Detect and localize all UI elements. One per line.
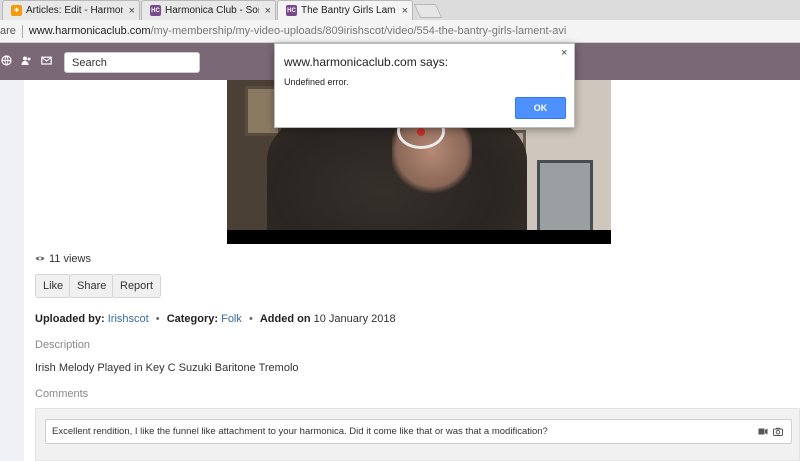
camera-icon[interactable] bbox=[773, 427, 783, 438]
uploaded-by-label: Uploaded by: bbox=[35, 313, 105, 325]
share-button[interactable]: Share bbox=[69, 274, 115, 298]
ok-button[interactable]: OK bbox=[515, 97, 566, 119]
left-sidebar-strip bbox=[0, 80, 24, 461]
url-path: /my-membership/my-video-uploads/809irish… bbox=[150, 25, 567, 37]
address-bar[interactable]: are www.harmonicaclub.com/my-membership/… bbox=[0, 20, 800, 43]
tab-articles-edit[interactable]: ✱ Articles: Edit - Harmonica × bbox=[2, 0, 140, 20]
video-control-bar[interactable] bbox=[227, 230, 611, 244]
report-button[interactable]: Report bbox=[112, 274, 162, 298]
users-icon[interactable] bbox=[20, 55, 32, 67]
dialog-message: Undefined error. bbox=[284, 77, 349, 87]
tab-bantry-girls-lament[interactable]: HC The Bantry Girls Lament × bbox=[277, 0, 413, 20]
new-tab-button[interactable] bbox=[413, 4, 443, 18]
video-meta: Uploaded by: Irishscot • Category: Folk … bbox=[35, 313, 396, 325]
joomla-icon: ✱ bbox=[11, 5, 22, 16]
address-separator bbox=[21, 24, 23, 38]
dialog-title: www.harmonicaclub.com says: bbox=[284, 55, 449, 69]
category-link[interactable]: Folk bbox=[221, 313, 242, 325]
added-date: 10 January 2018 bbox=[313, 313, 396, 325]
url-host: www.harmonicaclub.com bbox=[28, 25, 151, 37]
eye-icon bbox=[35, 254, 45, 264]
address-prefix: are bbox=[0, 25, 16, 37]
like-button[interactable]: Like bbox=[35, 274, 72, 298]
close-icon[interactable]: × bbox=[561, 47, 567, 59]
tab-title: The Bantry Girls Lament bbox=[301, 5, 396, 16]
description-text: Irish Melody Played in Key C Suzuki Bari… bbox=[35, 362, 299, 374]
browser-tab-bar: ✱ Articles: Edit - Harmonica × HC Harmon… bbox=[0, 0, 800, 20]
comment-input[interactable]: Excellent rendition, I like the funnel l… bbox=[45, 419, 792, 444]
tab-harmonica-club-songs[interactable]: HC Harmonica Club - Songs × bbox=[141, 0, 276, 20]
hc-icon: HC bbox=[286, 5, 297, 16]
close-icon[interactable]: × bbox=[129, 5, 135, 17]
record-dot-icon bbox=[417, 128, 425, 136]
description-heading: Description bbox=[35, 339, 91, 351]
site-header-icons bbox=[0, 55, 52, 67]
category-label: Category: bbox=[166, 313, 219, 325]
hc-icon: HC bbox=[150, 5, 161, 16]
view-count-text: 11 views bbox=[49, 253, 91, 265]
close-icon[interactable]: × bbox=[265, 5, 271, 17]
mail-icon[interactable] bbox=[40, 55, 52, 67]
search-input[interactable] bbox=[64, 52, 200, 73]
comment-tools bbox=[758, 427, 783, 438]
added-on-label: Added on bbox=[259, 313, 311, 325]
alert-dialog: www.harmonicaclub.com says: Undefined er… bbox=[274, 43, 575, 128]
tab-title: Articles: Edit - Harmonica bbox=[26, 5, 123, 16]
tab-title: Harmonica Club - Songs bbox=[165, 5, 259, 16]
view-count: 11 views bbox=[35, 253, 91, 265]
comments-heading: Comments bbox=[35, 388, 89, 400]
close-icon[interactable]: × bbox=[402, 5, 408, 17]
video-attach-icon[interactable] bbox=[758, 427, 768, 438]
meta-separator: • bbox=[155, 313, 160, 325]
globe-icon[interactable] bbox=[0, 55, 12, 67]
meta-separator: • bbox=[248, 313, 253, 325]
uploader-link[interactable]: Irishscot bbox=[108, 313, 149, 325]
video-frame-picture bbox=[537, 160, 593, 236]
